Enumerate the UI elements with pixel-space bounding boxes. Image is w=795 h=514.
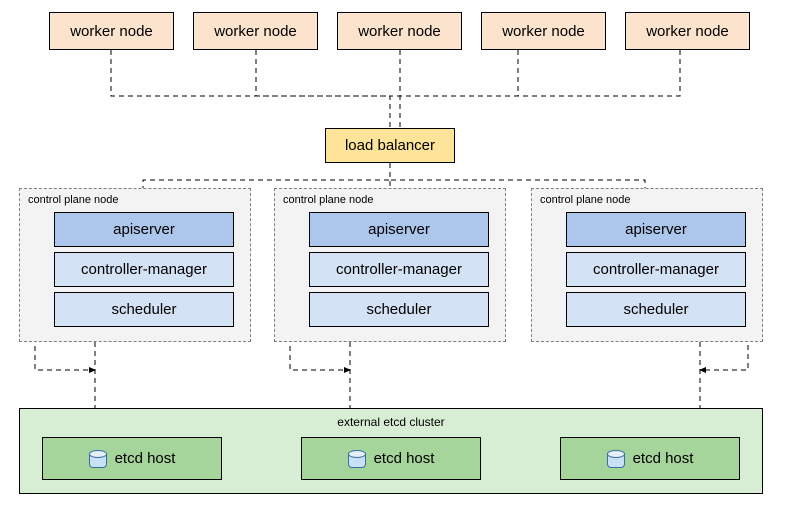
worker-node-label: worker node (70, 23, 153, 40)
control-plane-node: control plane node apiserver controller-… (19, 188, 251, 342)
worker-node: worker node (337, 12, 462, 50)
control-plane-title: control plane node (28, 194, 242, 206)
apiserver-box: apiserver (54, 212, 234, 247)
worker-node-row: worker node worker node worker node work… (49, 12, 750, 50)
etcd-cluster-label: external etcd cluster (42, 415, 740, 429)
apiserver-label: apiserver (113, 221, 175, 238)
database-icon (348, 450, 364, 468)
etcd-host: etcd host (560, 437, 740, 480)
scheduler-box: scheduler (566, 292, 746, 327)
worker-node-label: worker node (214, 23, 297, 40)
apiserver-box: apiserver (309, 212, 489, 247)
scheduler-label: scheduler (623, 301, 688, 318)
worker-node-label: worker node (502, 23, 585, 40)
etcd-cluster: external etcd cluster etcd host etcd hos… (19, 408, 763, 494)
apiserver-label: apiserver (368, 221, 430, 238)
apiserver-box: apiserver (566, 212, 746, 247)
scheduler-box: scheduler (54, 292, 234, 327)
database-icon (607, 450, 623, 468)
etcd-host: etcd host (301, 437, 481, 480)
control-plane-stack: apiserver controller-manager scheduler (309, 212, 489, 327)
control-plane-title: control plane node (283, 194, 497, 206)
load-balancer-label: load balancer (345, 137, 435, 154)
controller-manager-label: controller-manager (336, 261, 462, 278)
controller-manager-label: controller-manager (81, 261, 207, 278)
controller-manager-box: controller-manager (309, 252, 489, 287)
control-plane-node: control plane node apiserver controller-… (531, 188, 763, 342)
etcd-host-label: etcd host (374, 450, 435, 467)
worker-node: worker node (49, 12, 174, 50)
worker-node-label: worker node (646, 23, 729, 40)
worker-node: worker node (625, 12, 750, 50)
scheduler-label: scheduler (366, 301, 431, 318)
control-plane-stack: apiserver controller-manager scheduler (566, 212, 746, 327)
etcd-host-label: etcd host (115, 450, 176, 467)
etcd-host-label: etcd host (633, 450, 694, 467)
controller-manager-box: controller-manager (566, 252, 746, 287)
load-balancer: load balancer (325, 128, 455, 163)
controller-manager-label: controller-manager (593, 261, 719, 278)
scheduler-box: scheduler (309, 292, 489, 327)
etcd-host: etcd host (42, 437, 222, 480)
control-plane-node: control plane node apiserver controller-… (274, 188, 506, 342)
worker-node: worker node (481, 12, 606, 50)
apiserver-label: apiserver (625, 221, 687, 238)
controller-manager-box: controller-manager (54, 252, 234, 287)
worker-node: worker node (193, 12, 318, 50)
worker-node-label: worker node (358, 23, 441, 40)
control-plane-stack: apiserver controller-manager scheduler (54, 212, 234, 327)
etcd-host-row: etcd host etcd host etcd host (42, 437, 740, 480)
control-plane-title: control plane node (540, 194, 754, 206)
database-icon (89, 450, 105, 468)
scheduler-label: scheduler (111, 301, 176, 318)
